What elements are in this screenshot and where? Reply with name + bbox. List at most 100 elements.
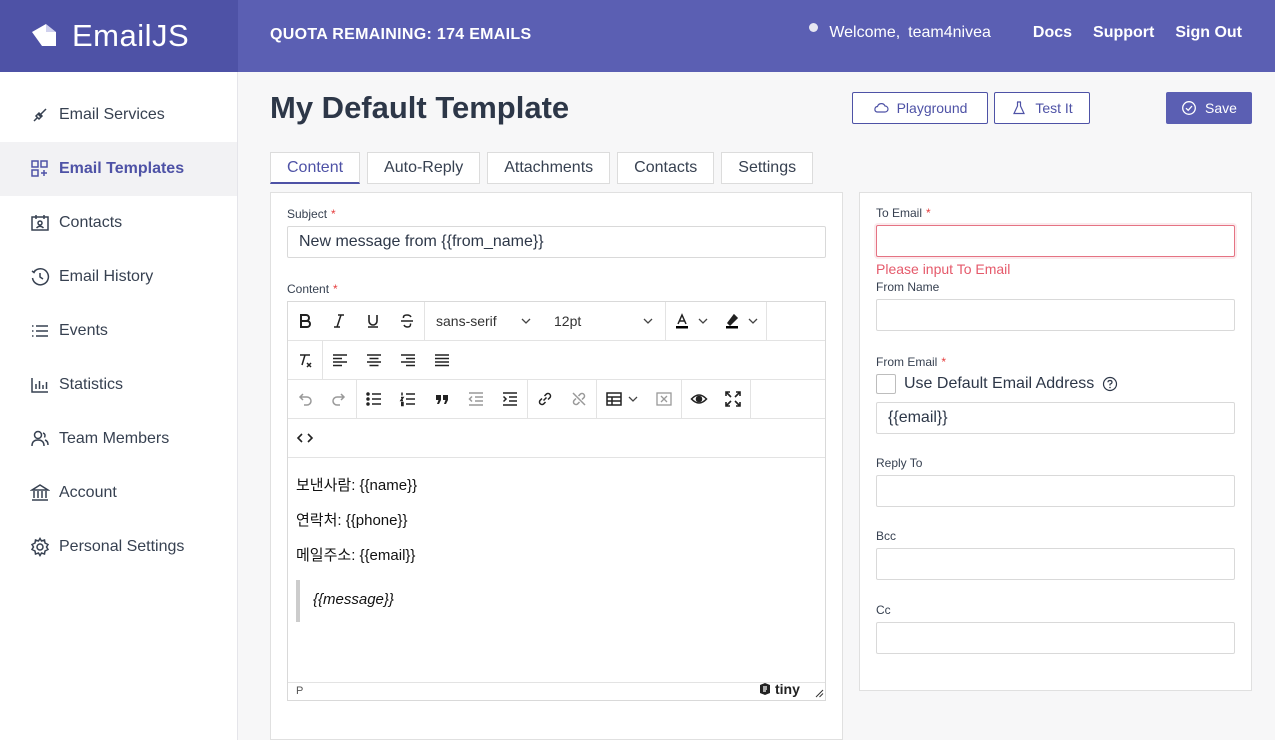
subject-input[interactable]: New message from {{from_name}} [287,226,826,258]
font-size-value: 12pt [554,313,582,329]
outdent-button[interactable] [459,380,493,418]
indent-button[interactable] [493,380,527,418]
sidebar-item-statistics[interactable]: Statistics [0,358,237,412]
blockquote-text[interactable]: {{message}} [313,591,394,608]
sidebar-item-email-templates[interactable]: Email Templates [0,142,237,196]
user-name[interactable]: team4nivea [908,24,991,42]
cc-label: Cc [876,603,891,617]
sidebar-item-team-members[interactable]: Team Members [0,412,237,466]
bcc-input[interactable] [876,548,1235,580]
align-center-button[interactable] [357,341,391,379]
sidebar-item-contacts[interactable]: Contacts [0,196,237,250]
cc-input[interactable] [876,622,1235,654]
underline-button[interactable] [356,302,390,340]
sidebar-item-email-history[interactable]: Email History [0,250,237,304]
top-bar: EmailJS QUOTA REMAINING: 174 EMAILS Welc… [0,0,1275,72]
unlink-button[interactable] [562,380,596,418]
page-title: My Default Template [270,90,570,125]
element-path[interactable]: P [296,685,303,697]
bold-icon [300,314,311,328]
rich-text-editor[interactable]: sans-serif 12pt 보낸사람: {{name}} 연락처: {{ph… [287,301,826,701]
tab-settings[interactable]: Settings [721,152,814,184]
tab-content[interactable]: Content [270,152,361,184]
strikethrough-button[interactable] [390,302,424,340]
sidebar-item-events[interactable]: Events [0,304,237,358]
sidebar-item-account[interactable]: Account [0,466,237,520]
source-code-button[interactable] [288,419,322,457]
to-email-input[interactable] [876,225,1235,257]
close-box-icon [656,392,672,406]
help-icon[interactable] [1102,376,1118,392]
playground-button[interactable]: Playground [852,92,988,124]
bullet-list-button[interactable] [357,380,391,418]
redo-button[interactable] [322,380,356,418]
sidebar-item-personal-settings[interactable]: Personal Settings [0,520,237,574]
tiny-logo[interactable]: tiny [758,681,800,697]
text-color-button[interactable] [666,302,716,340]
save-label: Save [1205,100,1237,116]
plug-icon [33,108,47,122]
required-mark: * [926,206,931,220]
toolbar-divider [750,380,751,418]
to-email-error: Please input To Email [876,261,1011,277]
font-size-select[interactable]: 12pt [543,302,665,340]
remove-format-box-button[interactable] [647,380,681,418]
italic-icon [334,314,344,328]
use-default-email-label[interactable]: Use Default Email Address [904,375,1094,393]
align-justify-button[interactable] [425,341,459,379]
italic-button[interactable] [322,302,356,340]
editor-line-1[interactable]: 보낸사람: {{name}} [296,474,417,495]
editor-toolbar-row-3 [288,380,825,419]
highlighter-icon [726,313,739,329]
clear-formatting-button[interactable] [288,341,322,379]
logo[interactable]: EmailJS [0,0,238,72]
bold-button[interactable] [288,302,322,340]
fullscreen-button[interactable] [716,380,750,418]
align-left-button[interactable] [323,341,357,379]
redo-icon [332,393,346,406]
users-icon [31,430,49,447]
from-name-input[interactable] [876,299,1235,331]
check-circle-icon [1182,101,1196,115]
table-button[interactable] [597,380,647,418]
flask-icon [1013,101,1026,115]
sidebar-item-label: Statistics [59,376,124,393]
highlight-color-button[interactable] [716,302,766,340]
undo-button[interactable] [288,380,322,418]
use-default-email-checkbox[interactable] [876,374,896,394]
test-it-label: Test It [1035,100,1073,116]
tab-contacts[interactable]: Contacts [617,152,715,184]
status-dot [809,22,819,32]
editor-line-3[interactable]: 메일주소: {{email}} [296,544,415,565]
tab-attachments[interactable]: Attachments [487,152,611,184]
tiny-logo-text: tiny [775,681,800,697]
font-family-select[interactable]: sans-serif [425,302,543,340]
strikethrough-icon [401,314,413,328]
playground-label: Playground [896,100,968,116]
insert-link-button[interactable] [528,380,562,418]
preview-button[interactable] [682,380,716,418]
numbered-list-button[interactable] [391,380,425,418]
blockquote-button[interactable] [425,380,459,418]
sign-out-link[interactable]: Sign Out [1175,24,1242,42]
align-right-button[interactable] [391,341,425,379]
support-link[interactable]: Support [1093,24,1154,42]
from-email-input[interactable]: {{email}} [876,402,1235,434]
subject-value: New message from {{from_name}} [299,233,544,250]
brand-name: EmailJS [72,18,190,53]
docs-link[interactable]: Docs [1033,24,1072,42]
editor-line-2[interactable]: 연락처: {{phone}} [296,509,408,530]
resize-handle-icon[interactable] [815,689,824,698]
reply-to-input[interactable] [876,475,1235,507]
cloud-icon [873,103,889,113]
bcc-label: Bcc [876,529,897,543]
sidebar-item-email-services[interactable]: Email Services [0,88,237,142]
undo-icon [298,393,312,406]
editor-toolbar-row-1: sans-serif 12pt [288,302,825,341]
test-it-button[interactable]: Test It [994,92,1090,124]
list-icon [32,325,48,337]
subject-label: Subject * [287,207,336,221]
save-button[interactable]: Save [1166,92,1252,124]
tab-auto-reply[interactable]: Auto-Reply [367,152,481,184]
fullscreen-icon [725,391,741,407]
